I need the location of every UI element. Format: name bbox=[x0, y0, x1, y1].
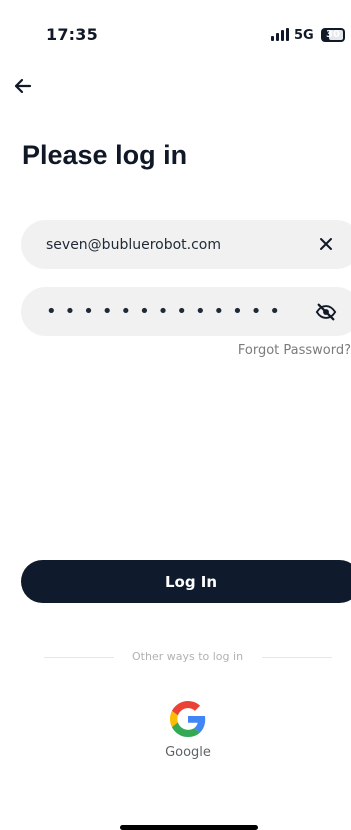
home-indicator bbox=[120, 825, 258, 830]
google-logo-icon bbox=[170, 701, 206, 737]
signal-bars-icon bbox=[271, 28, 289, 41]
status-time: 17:35 bbox=[46, 25, 98, 44]
toggle-password-visibility-button[interactable] bbox=[315, 301, 337, 323]
close-icon bbox=[320, 238, 332, 250]
password-field[interactable] bbox=[46, 287, 306, 336]
battery-level: 30 bbox=[326, 29, 340, 40]
eye-slash-icon bbox=[315, 303, 337, 321]
other-ways-label: Other ways to log in bbox=[132, 650, 244, 663]
google-label: Google bbox=[165, 745, 211, 760]
google-login-button[interactable]: Google bbox=[158, 701, 218, 765]
page-title: Please log in bbox=[22, 140, 188, 170]
network-type: 5G bbox=[294, 28, 314, 43]
divider-right bbox=[262, 657, 332, 658]
clear-email-button[interactable] bbox=[317, 235, 335, 253]
battery-indicator: 30 bbox=[321, 28, 345, 42]
login-button[interactable]: Log In bbox=[21, 560, 351, 603]
back-button[interactable] bbox=[11, 74, 35, 98]
email-field[interactable] bbox=[46, 220, 306, 269]
status-bar: 17:35 5G 30 bbox=[0, 22, 351, 48]
divider-left bbox=[44, 657, 114, 658]
email-field-container bbox=[21, 220, 351, 269]
forgot-password-link[interactable]: Forgot Password? bbox=[238, 343, 351, 358]
arrow-left-icon bbox=[14, 78, 32, 94]
password-field-container bbox=[21, 287, 351, 336]
